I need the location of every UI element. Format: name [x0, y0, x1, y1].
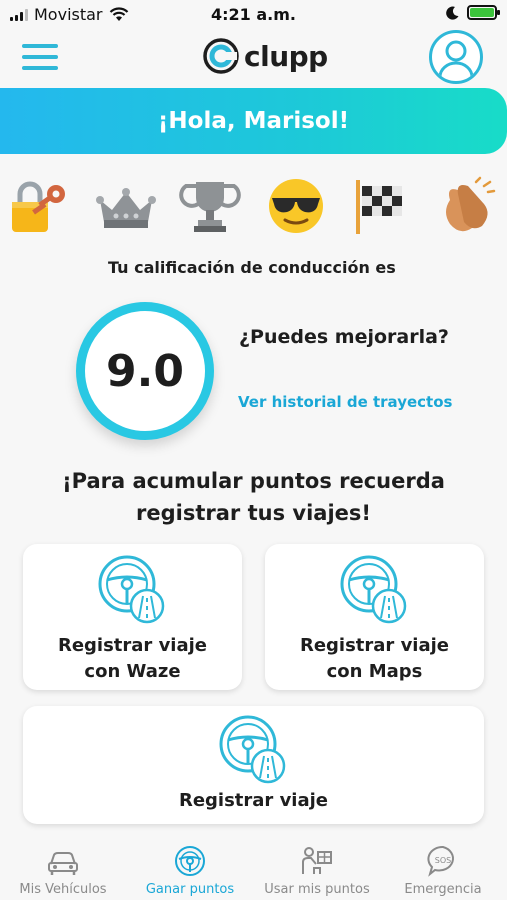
nav-label: Mis Vehículos [19, 882, 107, 897]
register-waze-card[interactable]: Registrar viaje con Waze [23, 544, 242, 690]
greeting-text: ¡Hola, Marisol! [157, 108, 350, 134]
register-waze-line-2: con Waze [84, 661, 181, 682]
clupp-logo-icon [203, 38, 239, 74]
steering-wheel-icon [98, 555, 165, 624]
steering-wheel-icon [340, 555, 407, 624]
trophy-icon[interactable] [178, 176, 242, 236]
brand-name: clupp [244, 39, 328, 73]
svg-text:SOS: SOS [435, 856, 451, 865]
history-link[interactable]: Ver historial de trayectos [238, 393, 452, 411]
score-ring: 9.0 [76, 302, 214, 440]
crown-icon[interactable] [94, 176, 158, 236]
sunglasses-face-icon[interactable] [264, 176, 328, 236]
register-maps-line-2: con Maps [326, 661, 423, 682]
register-trip-label: Registrar viaje [178, 790, 329, 811]
register-maps-line-1: Registrar viaje [299, 635, 450, 656]
reminder-line-2: registrar tus viajes! [136, 501, 371, 525]
register-waze-label: Registrar viaje con Waze [23, 633, 242, 685]
register-waze-line-1: Registrar viaje [57, 635, 208, 656]
nav-label: Ganar puntos [145, 882, 235, 897]
hamburger-menu-icon[interactable] [22, 44, 58, 70]
register-trip-card[interactable]: Registrar viaje [23, 706, 484, 824]
greeting-banner: ¡Hola, Marisol! [0, 88, 507, 154]
app-header: clupp [0, 30, 507, 88]
nav-ganar-puntos[interactable]: Ganar puntos [127, 836, 253, 900]
rating-label: Tu calificación de conducción es [108, 258, 396, 277]
reminder-line-1: ¡Para acumular puntos recuerda [62, 469, 445, 493]
nav-label: Emergencia [404, 882, 482, 897]
improve-question: ¿Puedes mejorarla? [239, 326, 449, 348]
nav-label: Usar mis puntos [264, 882, 370, 897]
steering-wheel-icon [219, 715, 286, 784]
brand-logo: clupp [203, 38, 328, 74]
nav-emergencia[interactable]: SOS Emergencia [380, 836, 506, 900]
clapping-hands-icon[interactable] [436, 176, 500, 236]
nav-usar-mis-puntos[interactable]: Usar mis puntos [254, 836, 380, 900]
status-time: 4:21 a.m. [211, 5, 296, 24]
user-avatar-icon[interactable] [429, 30, 483, 84]
nav-mis-vehiculos[interactable]: Mis Vehículos [0, 836, 126, 900]
status-bar: Movistar 4:21 a.m. [0, 0, 507, 30]
lock-key-icon[interactable] [8, 176, 72, 236]
moon-icon [446, 6, 459, 20]
steering-wheel-icon [175, 846, 205, 876]
checkered-flag-icon[interactable] [350, 176, 414, 236]
driving-score: 9.0 [106, 345, 184, 397]
register-maps-card[interactable]: Registrar viaje con Maps [265, 544, 484, 690]
car-icon [48, 852, 78, 875]
badges-row [0, 172, 507, 240]
register-maps-label: Registrar viaje con Maps [265, 633, 484, 685]
battery-charging-icon [467, 5, 500, 20]
bottom-nav: Mis Vehículos Ganar puntos Usar mis punt… [0, 836, 507, 900]
reminder-text: ¡Para acumular puntos recuerda registrar… [0, 465, 507, 529]
sos-chat-icon: SOS [427, 845, 454, 877]
gift-points-icon [302, 847, 332, 874]
